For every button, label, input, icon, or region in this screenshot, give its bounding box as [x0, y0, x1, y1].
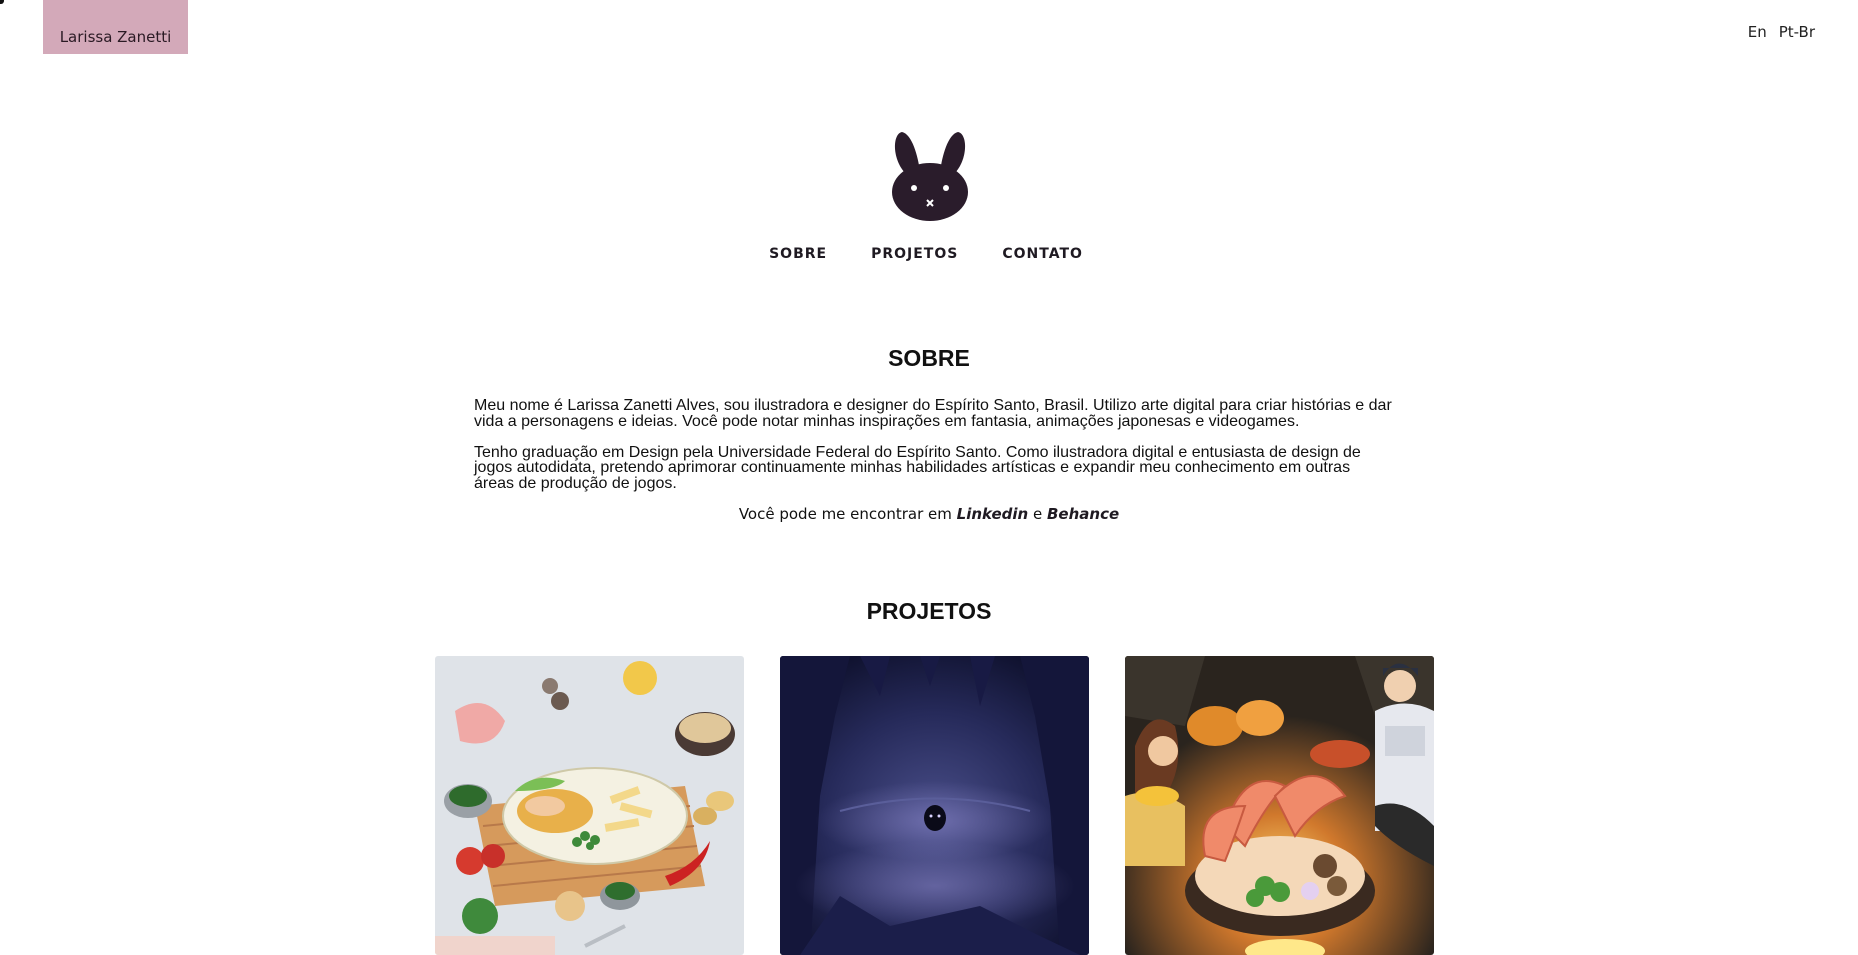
section-title-sobre: SOBRE — [888, 345, 970, 371]
linkedin-link[interactable]: Linkedin — [957, 505, 1029, 523]
project-image-feast — [1125, 656, 1434, 955]
lang-en[interactable]: En — [1748, 23, 1767, 41]
find-me-line: Você pode me encontrar em Linkedin e Beh… — [0, 505, 1858, 523]
section-title-projetos: PROJETOS — [866, 598, 992, 624]
project-card-feast[interactable] — [1125, 656, 1434, 955]
project-card-cave[interactable] — [780, 656, 1089, 955]
name-tag[interactable]: Larissa Zanetti — [43, 0, 188, 54]
bunny-logo[interactable] — [890, 130, 970, 222]
corner-mark — [0, 0, 4, 4]
about-text: Meu nome é Larissa Zanetti Alves, sou il… — [474, 398, 1394, 507]
lang-pt-br[interactable]: Pt-Br — [1779, 23, 1815, 41]
project-card-food[interactable] — [435, 656, 744, 955]
name-tag-label: Larissa Zanetti — [59, 28, 172, 46]
bunny-icon — [892, 132, 968, 221]
nav-projetos[interactable]: PROJETOS — [871, 246, 958, 262]
main-nav: SOBRE PROJETOS CONTATO — [0, 246, 1858, 262]
nav-sobre[interactable]: SOBRE — [769, 246, 827, 262]
about-paragraph-1: Meu nome é Larissa Zanetti Alves, sou il… — [474, 397, 1392, 430]
find-prefix: Você pode me encontrar em — [738, 505, 952, 523]
about-paragraph-2: Tenho graduação em Design pela Universid… — [474, 443, 1361, 492]
project-grid — [435, 656, 1434, 955]
project-image-food — [435, 656, 744, 955]
find-and: e — [1032, 505, 1043, 523]
behance-link[interactable]: Behance — [1047, 505, 1119, 523]
language-switcher: En Pt-Br — [1748, 23, 1815, 41]
project-image-cave — [780, 656, 1089, 955]
nav-contato[interactable]: CONTATO — [1002, 246, 1083, 262]
